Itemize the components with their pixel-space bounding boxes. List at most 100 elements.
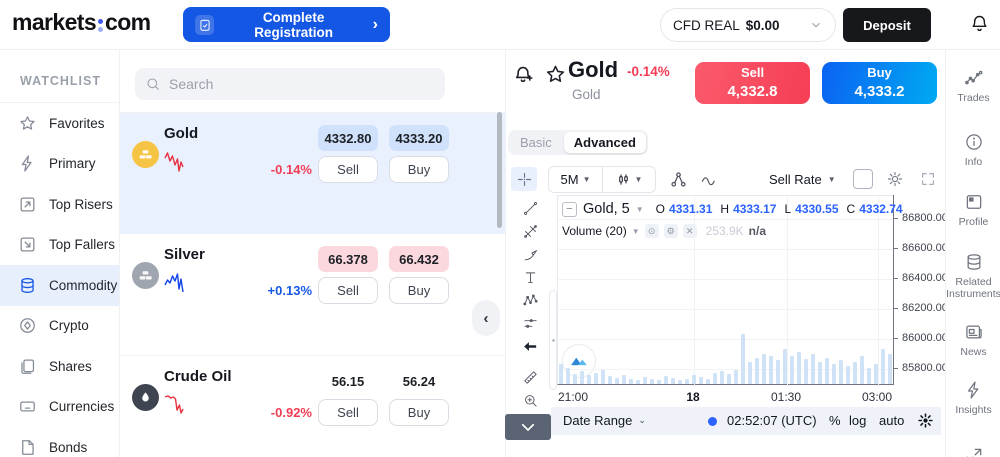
row-buy-button[interactable]: Buy	[389, 399, 449, 426]
notification-bell-icon[interactable]	[969, 13, 990, 34]
buy-price[interactable]: 56.24	[389, 368, 449, 394]
rail-item-news[interactable]: News	[946, 322, 1000, 358]
chevron-down-icon: ▼	[583, 175, 591, 184]
rail-item-info[interactable]: Info	[946, 132, 1000, 168]
volume-bar	[643, 377, 647, 384]
sidebar-item-currencies[interactable]: Currencies	[0, 387, 119, 428]
bolt-icon	[964, 380, 984, 400]
log-scale-button[interactable]: log	[849, 413, 866, 428]
buy-price[interactable]: 4333.20	[389, 125, 449, 151]
sidebar-item-label: Top Risers	[49, 197, 113, 212]
instrument-subtitle: Gold	[572, 87, 601, 102]
date-range-dropdown[interactable]: Date Range ⌄	[563, 413, 646, 428]
row-buy-button[interactable]: Buy	[389, 277, 449, 304]
draw-tool-zoom-in[interactable]	[515, 389, 545, 412]
fullscreen-icon[interactable]	[920, 171, 936, 187]
volume-bar	[601, 370, 605, 384]
draw-tool-pitchfork[interactable]	[515, 220, 545, 243]
volume-bar	[762, 354, 766, 384]
search-placeholder: Search	[169, 76, 213, 92]
draw-tool-ruler[interactable]	[515, 366, 545, 389]
rail-item-profile[interactable]: Profile	[946, 192, 1000, 228]
volume-bar	[594, 373, 598, 384]
rate-type-dropdown[interactable]: Sell Rate▼	[769, 166, 836, 193]
sidebar-item-commodity[interactable]: Commodity	[0, 265, 119, 306]
rail-item-label: Trades	[957, 92, 989, 104]
collapse-panel-button[interactable]: ‹	[472, 300, 500, 336]
instrument-row-crude-oil[interactable]: Crude Oil-0.92%56.1556.24SellBuy	[120, 355, 505, 457]
compare-icon[interactable]	[669, 170, 688, 189]
chart-settings-gear-icon[interactable]	[886, 170, 904, 188]
sidebar-item-bonds[interactable]: Bonds	[0, 427, 119, 457]
time-tick-label: 01:30	[771, 390, 801, 404]
chevron-down-icon[interactable]: ▼	[636, 205, 644, 214]
indicator-settings-icon[interactable]: ⚙	[664, 224, 678, 238]
sidebar-item-top-risers[interactable]: Top Risers	[0, 184, 119, 225]
chart-checkbox[interactable]	[853, 169, 873, 189]
rail-item-trades[interactable]: Trades	[946, 68, 1000, 104]
sidebar-item-label: Primary	[49, 156, 96, 171]
axis-settings-gear-icon[interactable]	[917, 412, 934, 429]
instrument-row-gold[interactable]: Gold-0.14%4332.804333.20SellBuy	[120, 113, 505, 234]
volume-bar	[615, 378, 619, 384]
sidebar-item-label: Top Fallers	[49, 237, 115, 252]
chevron-down-icon[interactable]: ▼	[632, 227, 640, 236]
legend-collapse-icon[interactable]: −	[562, 202, 577, 217]
interval-dropdown[interactable]: 5M▼	[549, 167, 602, 192]
rail-item-insights[interactable]: Insights	[946, 380, 1000, 416]
crosshair-tool-button[interactable]	[511, 167, 537, 191]
volume-bar	[755, 358, 759, 384]
visibility-icon[interactable]: ⊙	[645, 224, 659, 238]
rail-item-related-instruments[interactable]: Related Instruments	[946, 252, 1000, 300]
draw-tool-position[interactable]	[515, 312, 545, 335]
sidebar-item-crypto[interactable]: Crypto	[0, 306, 119, 347]
row-sell-button[interactable]: Sell	[318, 156, 378, 183]
price-axis[interactable]: 86800.0086600.0086400.0086200.0086000.00…	[893, 195, 945, 385]
volume-bar	[881, 349, 885, 384]
collapse-drawing-toolbar-button[interactable]	[505, 414, 551, 440]
row-buy-button[interactable]: Buy	[389, 156, 449, 183]
sidebar-item-shares[interactable]: Shares	[0, 346, 119, 387]
price-alert-bell-icon[interactable]	[512, 63, 536, 87]
volume-bar	[846, 366, 850, 384]
buy-price[interactable]: 66.432	[389, 246, 449, 272]
draw-tool-trend-line[interactable]	[515, 197, 545, 220]
instrument-row-silver[interactable]: Silver+0.13%66.37866.432SellBuy	[120, 234, 505, 355]
deposit-button[interactable]: Deposit	[843, 8, 931, 42]
instruments-panel: Search Gold-0.14%4332.804333.20SellBuySi…	[120, 50, 506, 457]
sell-price[interactable]: 56.15	[318, 368, 378, 394]
scrollbar-thumb[interactable]	[497, 112, 502, 228]
sell-price[interactable]: 4332.80	[318, 125, 378, 151]
tab-advanced[interactable]: Advanced	[564, 132, 646, 153]
percent-scale-button[interactable]: %	[829, 413, 841, 428]
row-sell-button[interactable]: Sell	[318, 399, 378, 426]
remove-indicator-icon[interactable]: ✕	[683, 224, 697, 238]
buy-button[interactable]: Buy 4,333.2	[822, 62, 937, 104]
brand-logo[interactable]: markets com	[12, 9, 151, 36]
rail-item-expand[interactable]	[946, 446, 1000, 457]
search-input[interactable]: Search	[135, 68, 445, 100]
indicators-wave-icon[interactable]	[700, 170, 720, 190]
sell-button[interactable]: Sell 4,332.8	[695, 62, 810, 104]
tab-basic[interactable]: Basic	[510, 132, 562, 153]
auto-scale-button[interactable]: auto	[879, 413, 904, 428]
volume-bar	[671, 378, 675, 384]
toolbar-scroll-tab[interactable]: ◂	[549, 290, 557, 390]
sidebar-item-top-fallers[interactable]: Top Fallers	[0, 225, 119, 266]
draw-tool-text-tool[interactable]	[515, 266, 545, 289]
favorite-star-icon[interactable]	[544, 63, 567, 86]
sell-price[interactable]: 66.378	[318, 246, 378, 272]
chart-type-dropdown[interactable]: ▼	[602, 167, 655, 192]
complete-registration-button[interactable]: Complete Registration ›	[183, 7, 390, 42]
gridline-v	[787, 196, 788, 386]
time-axis[interactable]: 21:001801:3003:00	[557, 388, 893, 406]
draw-tool-brush[interactable]	[515, 243, 545, 266]
sidebar-item-favorites[interactable]: Favorites	[0, 103, 119, 144]
faller-icon	[18, 235, 37, 254]
sidebar-item-primary[interactable]: Primary	[0, 144, 119, 185]
row-sell-button[interactable]: Sell	[318, 277, 378, 304]
draw-tool-arrow-left[interactable]	[515, 335, 545, 358]
draw-tool-pattern[interactable]	[515, 289, 545, 312]
account-selector[interactable]: CFD REAL $0.00	[660, 8, 836, 42]
info-icon	[964, 132, 984, 152]
